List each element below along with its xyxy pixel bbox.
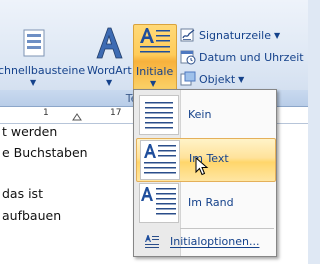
doc-line: aufbauen — [2, 208, 62, 223]
chevron-down-icon: ▼ — [273, 30, 281, 40]
doc-line: t werden — [2, 124, 58, 139]
no-drop-cap-icon — [139, 95, 179, 135]
doc-line: e Buchstaben — [2, 145, 88, 160]
signaturzeile-label: Signaturzeile — [199, 28, 271, 42]
datum-uhrzeit-label: Datum und Uhrzeit — [199, 50, 304, 64]
object-icon — [180, 71, 196, 86]
schnellbausteine-button[interactable]: chnellbausteine ▼ — [0, 24, 86, 90]
initiale-dropdown-menu: Kein Im Text Im Rand Initialoptionen... — [133, 89, 277, 257]
signature-line-icon — [180, 28, 195, 42]
ruler-mark: 1 — [43, 108, 49, 118]
wordart-button[interactable]: WordArt ▼ — [86, 24, 132, 90]
quick-parts-icon — [23, 29, 45, 57]
drop-cap-options-icon — [145, 235, 159, 248]
initiale-label: Initiale — [136, 65, 174, 78]
signaturzeile-button[interactable]: Signaturzeile ▼ — [180, 26, 280, 44]
objekt-label: Objekt — [199, 72, 236, 86]
mouse-cursor-icon — [195, 157, 209, 176]
calendar-icon — [180, 50, 196, 65]
indent-marker-icon[interactable] — [72, 111, 82, 121]
menu-item-label: Im Rand — [188, 196, 234, 209]
schnellbausteine-label: chnellbausteine — [0, 64, 86, 77]
datum-uhrzeit-button[interactable]: Datum und Uhrzeit — [180, 48, 304, 66]
chevron-down-icon: ▼ — [150, 79, 157, 88]
menu-item-im-text[interactable]: Im Text — [136, 138, 276, 182]
wordart-icon — [96, 27, 123, 59]
chevron-down-icon: ▼ — [238, 74, 245, 84]
menu-item-im-rand[interactable]: Im Rand — [136, 182, 274, 224]
menu-separator — [180, 228, 274, 229]
objekt-button[interactable]: Objekt ▼ — [180, 70, 244, 88]
menu-item-label: Kein — [188, 108, 212, 121]
menu-item-initialoptionen[interactable]: Initialoptionen... — [136, 232, 274, 252]
menu-item-label: Initialoptionen... — [170, 235, 260, 248]
menu-item-kein[interactable]: Kein — [136, 94, 274, 136]
wordart-label: WordArt — [87, 64, 132, 77]
ruler-mark: 17 — [110, 108, 122, 118]
drop-cap-in-margin-icon — [139, 183, 179, 223]
drop-cap-icon — [140, 28, 170, 53]
initiale-button[interactable]: Initiale ▼ — [133, 24, 177, 92]
doc-line: das ist — [2, 186, 43, 201]
chevron-down-icon: ▼ — [30, 78, 37, 87]
chevron-down-icon: ▼ — [106, 78, 113, 87]
drop-cap-in-text-icon — [140, 140, 180, 180]
